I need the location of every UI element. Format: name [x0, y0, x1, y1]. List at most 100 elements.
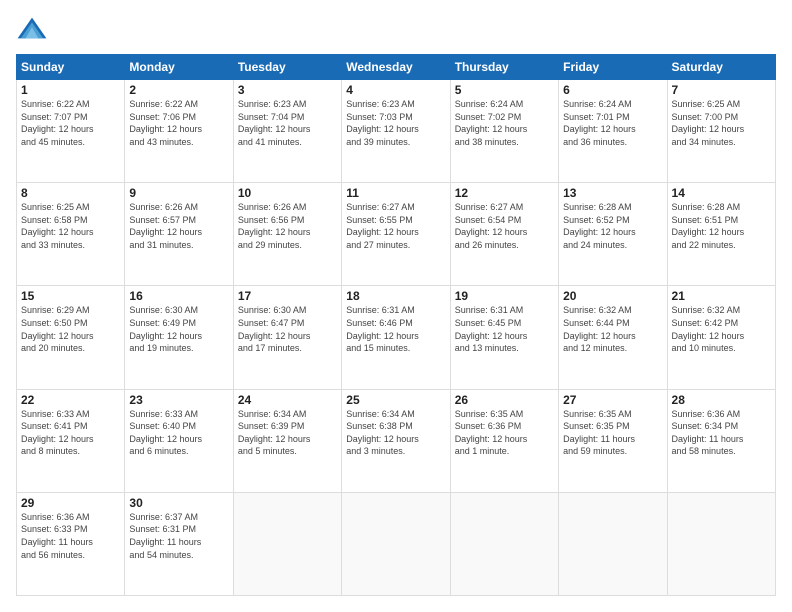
- week-row-3: 22Sunrise: 6:33 AM Sunset: 6:41 PM Dayli…: [17, 389, 776, 492]
- day-cell: 20Sunrise: 6:32 AM Sunset: 6:44 PM Dayli…: [559, 286, 667, 389]
- day-cell: [559, 492, 667, 595]
- cell-info: Sunrise: 6:33 AM Sunset: 6:41 PM Dayligh…: [21, 408, 120, 458]
- day-number: 4: [346, 83, 445, 97]
- day-header-wednesday: Wednesday: [342, 55, 450, 80]
- cell-info: Sunrise: 6:25 AM Sunset: 6:58 PM Dayligh…: [21, 201, 120, 251]
- day-cell: 10Sunrise: 6:26 AM Sunset: 6:56 PM Dayli…: [233, 183, 341, 286]
- cell-info: Sunrise: 6:28 AM Sunset: 6:52 PM Dayligh…: [563, 201, 662, 251]
- day-cell: 24Sunrise: 6:34 AM Sunset: 6:39 PM Dayli…: [233, 389, 341, 492]
- day-header-saturday: Saturday: [667, 55, 775, 80]
- day-number: 26: [455, 393, 554, 407]
- day-cell: [342, 492, 450, 595]
- day-header-sunday: Sunday: [17, 55, 125, 80]
- day-cell: 22Sunrise: 6:33 AM Sunset: 6:41 PM Dayli…: [17, 389, 125, 492]
- cell-info: Sunrise: 6:24 AM Sunset: 7:02 PM Dayligh…: [455, 98, 554, 148]
- cell-info: Sunrise: 6:26 AM Sunset: 6:57 PM Dayligh…: [129, 201, 228, 251]
- cell-info: Sunrise: 6:36 AM Sunset: 6:34 PM Dayligh…: [672, 408, 771, 458]
- cell-info: Sunrise: 6:29 AM Sunset: 6:50 PM Dayligh…: [21, 304, 120, 354]
- day-cell: 18Sunrise: 6:31 AM Sunset: 6:46 PM Dayli…: [342, 286, 450, 389]
- cell-info: Sunrise: 6:22 AM Sunset: 7:07 PM Dayligh…: [21, 98, 120, 148]
- day-number: 25: [346, 393, 445, 407]
- day-header-row: SundayMondayTuesdayWednesdayThursdayFrid…: [17, 55, 776, 80]
- day-number: 5: [455, 83, 554, 97]
- day-cell: 30Sunrise: 6:37 AM Sunset: 6:31 PM Dayli…: [125, 492, 233, 595]
- day-cell: 12Sunrise: 6:27 AM Sunset: 6:54 PM Dayli…: [450, 183, 558, 286]
- day-number: 28: [672, 393, 771, 407]
- week-row-1: 8Sunrise: 6:25 AM Sunset: 6:58 PM Daylig…: [17, 183, 776, 286]
- cell-info: Sunrise: 6:35 AM Sunset: 6:35 PM Dayligh…: [563, 408, 662, 458]
- day-header-thursday: Thursday: [450, 55, 558, 80]
- cell-info: Sunrise: 6:36 AM Sunset: 6:33 PM Dayligh…: [21, 511, 120, 561]
- cell-info: Sunrise: 6:34 AM Sunset: 6:38 PM Dayligh…: [346, 408, 445, 458]
- day-cell: 27Sunrise: 6:35 AM Sunset: 6:35 PM Dayli…: [559, 389, 667, 492]
- day-cell: 16Sunrise: 6:30 AM Sunset: 6:49 PM Dayli…: [125, 286, 233, 389]
- day-cell: 1Sunrise: 6:22 AM Sunset: 7:07 PM Daylig…: [17, 80, 125, 183]
- day-header-monday: Monday: [125, 55, 233, 80]
- day-cell: 28Sunrise: 6:36 AM Sunset: 6:34 PM Dayli…: [667, 389, 775, 492]
- day-cell: [667, 492, 775, 595]
- day-number: 29: [21, 496, 120, 510]
- day-cell: 4Sunrise: 6:23 AM Sunset: 7:03 PM Daylig…: [342, 80, 450, 183]
- day-cell: 25Sunrise: 6:34 AM Sunset: 6:38 PM Dayli…: [342, 389, 450, 492]
- day-number: 30: [129, 496, 228, 510]
- day-cell: 15Sunrise: 6:29 AM Sunset: 6:50 PM Dayli…: [17, 286, 125, 389]
- page: SundayMondayTuesdayWednesdayThursdayFrid…: [0, 0, 792, 612]
- cell-info: Sunrise: 6:25 AM Sunset: 7:00 PM Dayligh…: [672, 98, 771, 148]
- header: [16, 16, 776, 44]
- cell-info: Sunrise: 6:26 AM Sunset: 6:56 PM Dayligh…: [238, 201, 337, 251]
- day-number: 1: [21, 83, 120, 97]
- day-number: 10: [238, 186, 337, 200]
- day-cell: 26Sunrise: 6:35 AM Sunset: 6:36 PM Dayli…: [450, 389, 558, 492]
- day-cell: 19Sunrise: 6:31 AM Sunset: 6:45 PM Dayli…: [450, 286, 558, 389]
- day-number: 27: [563, 393, 662, 407]
- day-cell: 7Sunrise: 6:25 AM Sunset: 7:00 PM Daylig…: [667, 80, 775, 183]
- cell-info: Sunrise: 6:37 AM Sunset: 6:31 PM Dayligh…: [129, 511, 228, 561]
- cell-info: Sunrise: 6:27 AM Sunset: 6:54 PM Dayligh…: [455, 201, 554, 251]
- logo: [16, 16, 52, 44]
- day-number: 13: [563, 186, 662, 200]
- day-cell: 14Sunrise: 6:28 AM Sunset: 6:51 PM Dayli…: [667, 183, 775, 286]
- cell-info: Sunrise: 6:28 AM Sunset: 6:51 PM Dayligh…: [672, 201, 771, 251]
- day-cell: 2Sunrise: 6:22 AM Sunset: 7:06 PM Daylig…: [125, 80, 233, 183]
- calendar-table: SundayMondayTuesdayWednesdayThursdayFrid…: [16, 54, 776, 596]
- cell-info: Sunrise: 6:35 AM Sunset: 6:36 PM Dayligh…: [455, 408, 554, 458]
- day-number: 15: [21, 289, 120, 303]
- day-number: 6: [563, 83, 662, 97]
- cell-info: Sunrise: 6:27 AM Sunset: 6:55 PM Dayligh…: [346, 201, 445, 251]
- cell-info: Sunrise: 6:30 AM Sunset: 6:47 PM Dayligh…: [238, 304, 337, 354]
- day-cell: 5Sunrise: 6:24 AM Sunset: 7:02 PM Daylig…: [450, 80, 558, 183]
- day-number: 21: [672, 289, 771, 303]
- day-number: 17: [238, 289, 337, 303]
- day-number: 19: [455, 289, 554, 303]
- cell-info: Sunrise: 6:23 AM Sunset: 7:04 PM Dayligh…: [238, 98, 337, 148]
- day-cell: 29Sunrise: 6:36 AM Sunset: 6:33 PM Dayli…: [17, 492, 125, 595]
- day-header-friday: Friday: [559, 55, 667, 80]
- cell-info: Sunrise: 6:31 AM Sunset: 6:45 PM Dayligh…: [455, 304, 554, 354]
- day-number: 12: [455, 186, 554, 200]
- day-number: 3: [238, 83, 337, 97]
- day-number: 18: [346, 289, 445, 303]
- day-cell: 21Sunrise: 6:32 AM Sunset: 6:42 PM Dayli…: [667, 286, 775, 389]
- cell-info: Sunrise: 6:23 AM Sunset: 7:03 PM Dayligh…: [346, 98, 445, 148]
- day-cell: 3Sunrise: 6:23 AM Sunset: 7:04 PM Daylig…: [233, 80, 341, 183]
- day-cell: 9Sunrise: 6:26 AM Sunset: 6:57 PM Daylig…: [125, 183, 233, 286]
- day-number: 8: [21, 186, 120, 200]
- week-row-4: 29Sunrise: 6:36 AM Sunset: 6:33 PM Dayli…: [17, 492, 776, 595]
- logo-icon: [16, 16, 48, 44]
- day-cell: 11Sunrise: 6:27 AM Sunset: 6:55 PM Dayli…: [342, 183, 450, 286]
- day-cell: 17Sunrise: 6:30 AM Sunset: 6:47 PM Dayli…: [233, 286, 341, 389]
- day-number: 20: [563, 289, 662, 303]
- day-number: 24: [238, 393, 337, 407]
- day-number: 14: [672, 186, 771, 200]
- day-cell: 13Sunrise: 6:28 AM Sunset: 6:52 PM Dayli…: [559, 183, 667, 286]
- day-number: 22: [21, 393, 120, 407]
- day-number: 11: [346, 186, 445, 200]
- cell-info: Sunrise: 6:33 AM Sunset: 6:40 PM Dayligh…: [129, 408, 228, 458]
- day-number: 7: [672, 83, 771, 97]
- day-number: 2: [129, 83, 228, 97]
- day-number: 16: [129, 289, 228, 303]
- cell-info: Sunrise: 6:30 AM Sunset: 6:49 PM Dayligh…: [129, 304, 228, 354]
- day-cell: [233, 492, 341, 595]
- day-number: 23: [129, 393, 228, 407]
- day-cell: [450, 492, 558, 595]
